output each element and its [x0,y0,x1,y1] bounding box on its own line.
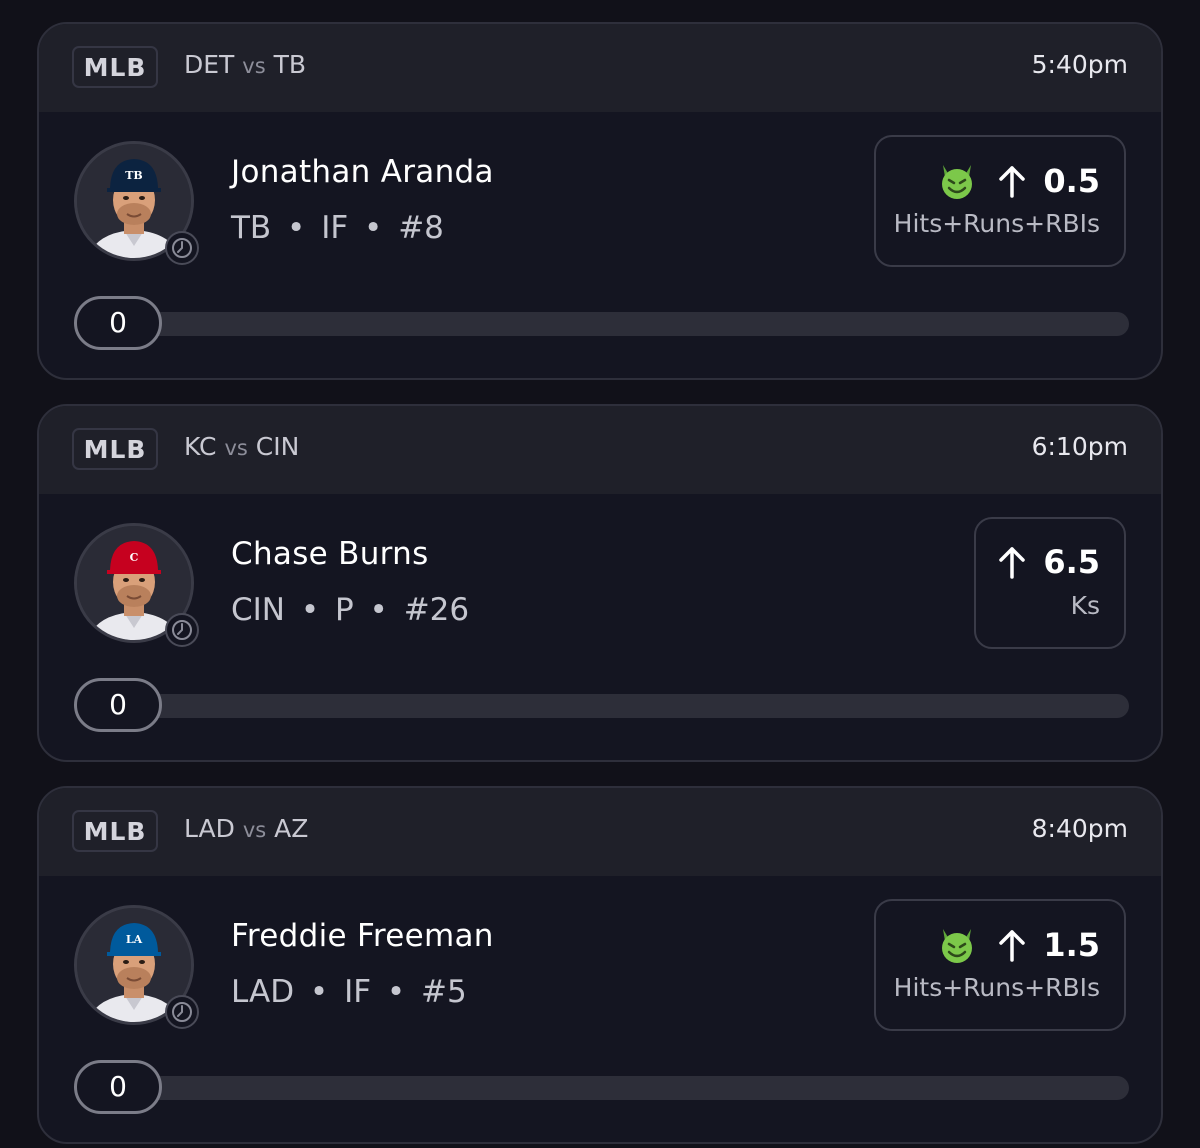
player-name[interactable]: Chase Burns [231,536,429,572]
arrow-up-icon [999,166,1026,198]
matchup: LAD vs AZ [184,814,308,843]
prop-line-value: 0.5 [1043,162,1100,200]
svg-text:LA: LA [126,933,143,946]
matchup: DET vs TB [184,50,306,79]
demon-icon [942,929,973,963]
prop-selection[interactable]: 1.5 Hits+Runs+RBIs [874,899,1126,1031]
team-home: CIN [255,432,300,461]
team-away: DET [184,50,235,79]
separator-dot: • [359,592,398,628]
pick-list: MLB DET vs TB 5:40pm TB Jonathan Aranda … [0,0,1200,1148]
prop-line-value: 6.5 [1043,543,1100,581]
vs-label: vs [224,436,248,460]
prop-line-row: 6.5 [997,543,1100,581]
prop-selection[interactable]: 6.5 Ks [974,517,1126,649]
player-position: P [334,592,354,628]
prop-stat-label: Hits+Runs+RBIs [893,209,1100,238]
prop-stat-label: Hits+Runs+RBIs [893,973,1100,1002]
prop-stat-label: Ks [1070,591,1100,620]
separator-dot: • [277,210,316,246]
prop-line-row: 1.5 [937,925,1100,965]
league-badge: MLB [72,428,158,470]
player-team: CIN [231,592,285,628]
player-number: #8 [398,210,444,246]
progress-value: 0 [74,1060,162,1114]
separator-dot: • [300,974,339,1010]
player-meta: CIN • P • #26 [231,592,469,628]
svg-text:C: C [130,551,139,564]
clock-icon [165,613,199,647]
team-home: TB [273,50,307,79]
pick-card[interactable]: MLB KC vs CIN 6:10pm C Chase Burns CIN •… [37,404,1163,762]
svg-text:TB: TB [125,169,142,182]
player-position: IF [344,974,372,1010]
separator-dot: • [354,210,393,246]
matchup: KC vs CIN [184,432,299,461]
player-name[interactable]: Freddie Freeman [231,918,494,954]
player-meta: LAD • IF • #5 [231,974,467,1010]
team-away: KC [184,432,217,461]
prop-line-value: 1.5 [1043,926,1100,964]
player-team: LAD [231,974,295,1010]
vs-label: vs [242,818,267,842]
game-time: 6:10pm [1031,432,1128,461]
separator-dot: • [290,592,329,628]
prop-selection[interactable]: 0.5 Hits+Runs+RBIs [874,135,1126,267]
player-number: #26 [403,592,470,628]
player-team: TB [231,210,272,246]
player-number: #5 [421,974,467,1010]
game-time: 8:40pm [1031,814,1128,843]
separator-dot: • [377,974,416,1010]
team-away: LAD [184,814,235,843]
game-time: 5:40pm [1031,50,1128,79]
arrow-up-icon [999,930,1026,962]
pick-card[interactable]: MLB LAD vs AZ 8:40pm LA Freddie Freeman … [37,786,1163,1144]
team-home: AZ [274,814,309,843]
progress-track [139,1076,1129,1100]
player-position: IF [321,210,349,246]
progress-value: 0 [74,296,162,350]
clock-icon [165,231,199,265]
progress-value: 0 [74,678,162,732]
vs-label: vs [242,54,266,78]
progress-track [139,312,1129,336]
card-header: MLB DET vs TB 5:40pm [39,24,1161,112]
league-badge: MLB [72,810,158,852]
pick-card[interactable]: MLB DET vs TB 5:40pm TB Jonathan Aranda … [37,22,1163,380]
progress-track [139,694,1129,718]
league-badge: MLB [72,46,158,88]
player-meta: TB • IF • #8 [231,210,444,246]
prop-line-row: 0.5 [937,161,1100,201]
demon-icon [942,165,973,199]
card-header: MLB KC vs CIN 6:10pm [39,406,1161,494]
arrow-up-icon [999,547,1026,579]
player-name[interactable]: Jonathan Aranda [231,154,494,190]
clock-icon [165,995,199,1029]
card-header: MLB LAD vs AZ 8:40pm [39,788,1161,876]
